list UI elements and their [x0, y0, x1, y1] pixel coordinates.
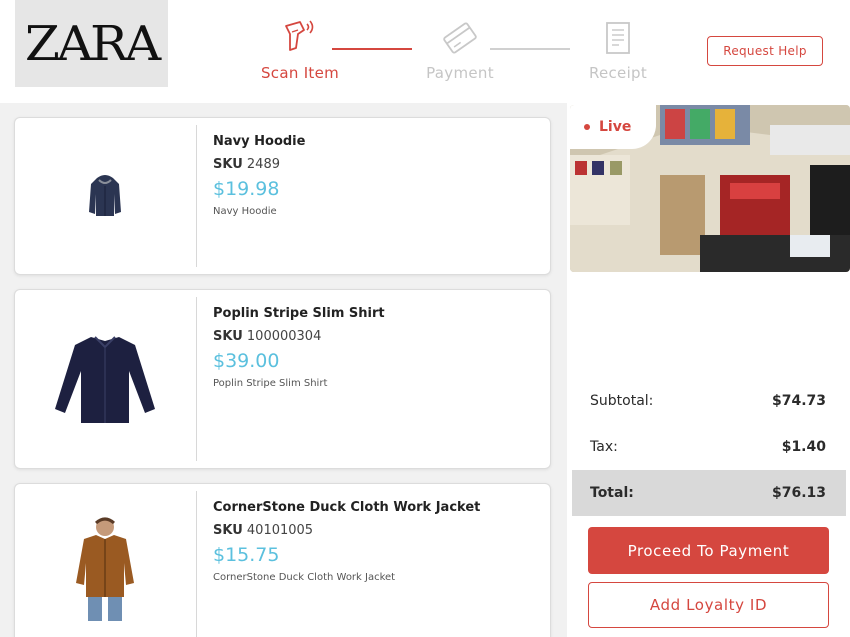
shirt-image: [15, 290, 195, 468]
order-totals: Subtotal: $74.73 Tax: $1.40 Total: $76.1…: [572, 378, 846, 516]
subtotal-label: Subtotal:: [590, 393, 654, 409]
cart-item[interactable]: Poplin Stripe Slim Shirt SKU 100000304 $…: [14, 289, 551, 469]
sku-label: SKU: [213, 157, 243, 172]
total-row: Total: $76.13: [572, 470, 846, 516]
item-price: $19.98: [213, 178, 280, 200]
live-dot-icon: [584, 124, 590, 130]
subtotal-value: $74.73: [771, 393, 826, 409]
request-help-button[interactable]: Request Help: [707, 36, 823, 66]
item-sku: SKU 2489: [213, 157, 305, 172]
sku-value: 40101005: [246, 523, 314, 538]
item-price: $39.00: [213, 350, 280, 372]
step-scan-item: Scan Item: [250, 18, 350, 82]
step-label: Receipt: [588, 64, 648, 82]
cart-item[interactable]: CornerStone Duck Cloth Work Jacket SKU 4…: [14, 483, 551, 637]
proceed-to-payment-button[interactable]: Proceed To Payment: [588, 527, 829, 574]
item-details: CornerStone Duck Cloth Work Jacket SKU 4…: [213, 500, 480, 583]
jacket-image: [15, 484, 195, 637]
item-description: Poplin Stripe Slim Shirt: [213, 378, 328, 389]
item-description: CornerStone Duck Cloth Work Jacket: [213, 572, 396, 583]
item-name: CornerStone Duck Cloth Work Jacket: [213, 500, 481, 515]
sku-value: 100000304: [246, 329, 322, 344]
step-payment: Payment: [410, 18, 510, 82]
item-divider: [196, 297, 197, 461]
total-label: Total:: [590, 485, 634, 501]
sku-label: SKU: [213, 329, 243, 344]
item-sku: SKU 100000304: [213, 329, 385, 344]
item-price: $15.75: [213, 544, 280, 566]
self-checkout-screen: ZARA Scan Item Payment Receipt Request H…: [0, 0, 850, 637]
live-label: Live: [599, 119, 632, 135]
credit-card-icon: [410, 18, 510, 58]
sku-label: SKU: [213, 523, 243, 538]
tax-label: Tax:: [590, 439, 618, 455]
checkout-progress: Scan Item Payment Receipt: [250, 18, 670, 88]
item-divider: [196, 125, 197, 267]
live-camera-feed: Live: [570, 105, 850, 272]
tax-row: Tax: $1.40: [572, 424, 846, 470]
item-divider: [196, 491, 197, 637]
receipt-icon: [568, 18, 668, 58]
item-details: Navy Hoodie SKU 2489 $19.98 Navy Hoodie: [213, 134, 305, 217]
step-label: Scan Item: [260, 64, 340, 82]
brand-logo: ZARA: [15, 0, 168, 87]
subtotal-row: Subtotal: $74.73: [572, 378, 846, 424]
cart-items-panel[interactable]: Navy Hoodie SKU 2489 $19.98 Navy Hoodie …: [0, 103, 567, 637]
step-receipt: Receipt: [568, 18, 668, 82]
live-badge: Live: [570, 105, 656, 149]
barcode-scanner-icon: [250, 18, 350, 58]
item-sku: SKU 40101005: [213, 523, 480, 538]
cart-item[interactable]: Navy Hoodie SKU 2489 $19.98 Navy Hoodie: [14, 117, 551, 275]
hoodie-image: [15, 118, 195, 274]
item-name: Poplin Stripe Slim Shirt: [213, 306, 385, 321]
add-loyalty-id-button[interactable]: Add Loyalty ID: [588, 582, 829, 628]
step-label: Payment: [426, 64, 494, 82]
tax-value: $1.40: [781, 439, 826, 455]
item-details: Poplin Stripe Slim Shirt SKU 100000304 $…: [213, 306, 385, 389]
sku-value: 2489: [246, 157, 280, 172]
logo-text: ZARA: [24, 15, 161, 72]
item-description: Navy Hoodie: [213, 206, 277, 217]
total-value: $76.13: [771, 485, 826, 501]
item-name: Navy Hoodie: [213, 134, 306, 149]
